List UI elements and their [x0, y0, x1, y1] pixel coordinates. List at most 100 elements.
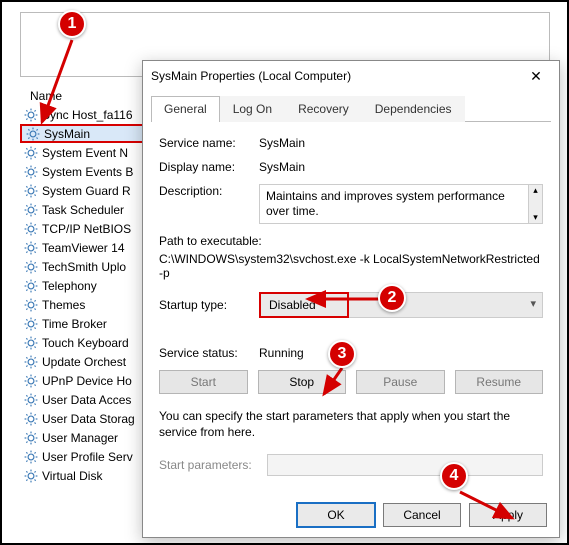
description-text: Maintains and improves system performanc… — [259, 184, 529, 224]
gear-icon — [24, 279, 38, 293]
properties-dialog: SysMain Properties (Local Computer) ✕ Ge… — [142, 60, 560, 538]
tab-general[interactable]: General — [151, 96, 220, 122]
service-item-label: User Manager — [42, 431, 118, 445]
service-item-label: Themes — [42, 298, 85, 312]
tabs: General Log On Recovery Dependencies — [151, 95, 551, 122]
service-list-item[interactable]: Sync Host_fa116 — [20, 105, 150, 124]
value-path: C:\WINDOWS\system32\svchost.exe -k Local… — [159, 252, 543, 280]
value-service-name: SysMain — [259, 136, 543, 150]
gear-icon — [26, 127, 40, 141]
gear-icon — [24, 393, 38, 407]
gear-icon — [24, 222, 38, 236]
ok-button[interactable]: OK — [297, 503, 375, 527]
label-service-status: Service status: — [159, 346, 259, 360]
service-item-label: Sync Host_fa116 — [42, 108, 133, 122]
service-item-label: Time Broker — [42, 317, 107, 331]
service-item-label: Touch Keyboard — [42, 336, 129, 350]
callout-4: 4 — [440, 462, 468, 490]
callout-2: 2 — [378, 284, 406, 312]
service-list-item[interactable]: Update Orchest — [20, 352, 150, 371]
pause-button[interactable]: Pause — [356, 370, 445, 394]
startup-type-dropdown[interactable]: Disabled — [259, 292, 349, 318]
service-item-label: User Data Storag — [42, 412, 135, 426]
gear-icon — [24, 431, 38, 445]
close-icon[interactable]: ✕ — [521, 68, 551, 85]
callout-3: 3 — [328, 340, 356, 368]
service-list-item[interactable]: User Manager — [20, 428, 150, 447]
dialog-title: SysMain Properties (Local Computer) — [151, 69, 521, 83]
label-path: Path to executable: — [159, 234, 543, 248]
service-item-label: System Event N — [42, 146, 128, 160]
gear-icon — [24, 241, 38, 255]
service-item-label: Update Orchest — [42, 355, 126, 369]
services-list[interactable]: Sync Host_fa116 SysMain System Event N Syst… — [20, 105, 150, 485]
label-description: Description: — [159, 184, 259, 198]
service-list-item[interactable]: SysMain — [20, 124, 150, 143]
column-header-name[interactable]: Name — [24, 86, 144, 106]
service-item-label: TCP/IP NetBIOS — [42, 222, 131, 236]
service-item-label: User Data Acces — [42, 393, 131, 407]
gear-icon — [24, 374, 38, 388]
service-list-item[interactable]: Task Scheduler — [20, 200, 150, 219]
label-display-name: Display name: — [159, 160, 259, 174]
resume-button[interactable]: Resume — [455, 370, 544, 394]
gear-icon — [24, 469, 38, 483]
gear-icon — [24, 165, 38, 179]
service-list-item[interactable]: Virtual Disk — [20, 466, 150, 485]
gear-icon — [24, 355, 38, 369]
gear-icon — [24, 336, 38, 350]
label-start-parameters: Start parameters: — [159, 458, 259, 472]
service-list-item[interactable]: System Events B — [20, 162, 150, 181]
service-list-item[interactable]: System Event N — [20, 143, 150, 162]
service-list-item[interactable]: Themes — [20, 295, 150, 314]
service-item-label: System Events B — [42, 165, 133, 179]
label-startup-type: Startup type: — [159, 298, 259, 312]
service-list-item[interactable]: System Guard R — [20, 181, 150, 200]
service-item-label: TeamViewer 14 — [42, 241, 125, 255]
start-parameters-note: You can specify the start parameters tha… — [159, 408, 543, 440]
service-item-label: SysMain — [44, 127, 90, 141]
service-list-item[interactable]: Telephony — [20, 276, 150, 295]
description-scrollbar[interactable]: ▴▾ — [529, 184, 543, 224]
tab-dependencies[interactable]: Dependencies — [362, 96, 465, 122]
label-service-name: Service name: — [159, 136, 259, 150]
value-service-status: Running — [259, 346, 304, 360]
gear-icon — [24, 203, 38, 217]
service-item-label: UPnP Device Ho — [42, 374, 132, 388]
service-item-label: User Profile Serv — [42, 450, 133, 464]
service-item-label: Telephony — [42, 279, 97, 293]
gear-icon — [24, 317, 38, 331]
tab-body-general: Service name: SysMain Display name: SysM… — [143, 122, 559, 495]
callout-1: 1 — [58, 10, 86, 38]
cancel-button[interactable]: Cancel — [383, 503, 461, 527]
service-list-item[interactable]: TCP/IP NetBIOS — [20, 219, 150, 238]
service-item-label: Task Scheduler — [42, 203, 124, 217]
service-list-item[interactable]: User Profile Serv — [20, 447, 150, 466]
gear-icon — [24, 108, 38, 122]
stop-button[interactable]: Stop — [258, 370, 347, 394]
service-item-label: Virtual Disk — [42, 469, 102, 483]
gear-icon — [24, 450, 38, 464]
gear-icon — [24, 412, 38, 426]
value-display-name: SysMain — [259, 160, 543, 174]
service-list-item[interactable]: User Data Acces — [20, 390, 150, 409]
dialog-title-bar: SysMain Properties (Local Computer) ✕ — [143, 61, 559, 91]
service-list-item[interactable]: UPnP Device Ho — [20, 371, 150, 390]
service-list-item[interactable]: Touch Keyboard — [20, 333, 150, 352]
service-list-item[interactable]: Time Broker — [20, 314, 150, 333]
tab-recovery[interactable]: Recovery — [285, 96, 362, 122]
apply-button[interactable]: Apply — [469, 503, 547, 527]
service-item-label: TechSmith Uplo — [42, 260, 126, 274]
service-item-label: System Guard R — [42, 184, 131, 198]
gear-icon — [24, 298, 38, 312]
service-list-item[interactable]: TechSmith Uplo — [20, 257, 150, 276]
start-parameters-input — [267, 454, 543, 476]
gear-icon — [24, 146, 38, 160]
service-list-item[interactable]: TeamViewer 14 — [20, 238, 150, 257]
gear-icon — [24, 260, 38, 274]
gear-icon — [24, 184, 38, 198]
dialog-buttons: OK Cancel Apply — [143, 495, 559, 537]
start-button[interactable]: Start — [159, 370, 248, 394]
service-list-item[interactable]: User Data Storag — [20, 409, 150, 428]
tab-log-on[interactable]: Log On — [220, 96, 285, 122]
